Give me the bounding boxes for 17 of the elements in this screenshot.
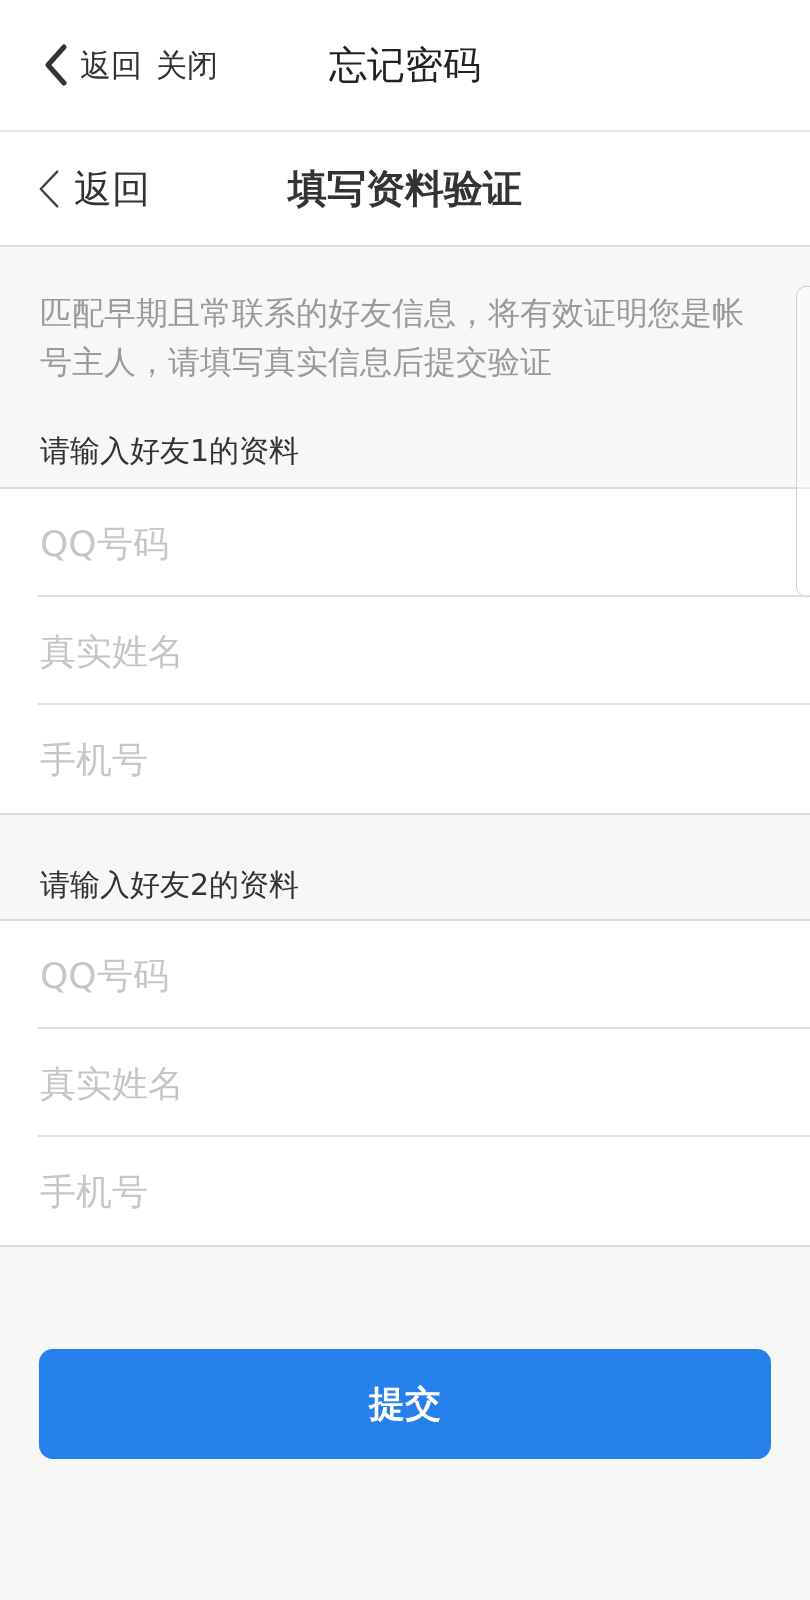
page-title: 填写资料验证 bbox=[288, 164, 522, 213]
chevron-left-icon bbox=[44, 44, 68, 86]
chevron-left-icon bbox=[38, 168, 60, 209]
input-field[interactable]: 手机号 bbox=[0, 705, 810, 813]
section-heading: 请输入好友2的资料 bbox=[40, 866, 300, 904]
close-button[interactable]: 关闭 bbox=[156, 45, 218, 85]
back-button[interactable]: 返回 bbox=[44, 44, 142, 86]
back-button[interactable]: 返回 bbox=[38, 164, 150, 213]
submit-button[interactable]: 提交 bbox=[39, 1349, 771, 1459]
input-field[interactable]: QQ号码 bbox=[0, 489, 810, 597]
section-heading: 请输入好友1的资料 bbox=[40, 432, 300, 470]
input-field[interactable]: 真实姓名 bbox=[0, 1029, 810, 1137]
input-field[interactable]: 手机号 bbox=[0, 1137, 810, 1245]
description-text: 匹配早期且常联系的好友信息，将有效证明您是帐号主人，请填写真实信息后提交验证 bbox=[40, 293, 745, 383]
input-field[interactable]: QQ号码 bbox=[0, 921, 810, 1029]
window-title: 忘记密码 bbox=[329, 42, 481, 89]
input-field[interactable]: 真实姓名 bbox=[0, 597, 810, 705]
